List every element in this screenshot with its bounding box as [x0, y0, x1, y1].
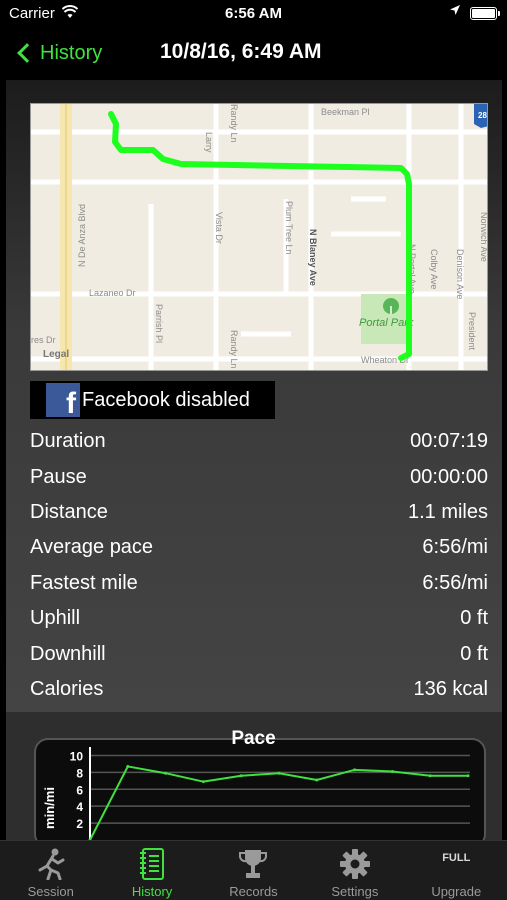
pace-data-point [315, 778, 319, 782]
chart-y-axis-label: min/mi [42, 787, 57, 829]
pace-data-point [239, 774, 243, 778]
stat-row-uphill: Uphill 0 ft [30, 601, 488, 636]
map-label-beekman: Beekman Pl [321, 107, 370, 117]
map-label-lazaneo: Lazaneo Dr [89, 288, 136, 298]
battery-icon [470, 7, 500, 20]
stat-row-calories: Calories 136 kcal [30, 672, 488, 707]
pace-data-point [466, 774, 470, 778]
route-map[interactable]: Beekman Pl N De Anza Blvd Larry Randy Ln… [30, 103, 488, 371]
page-title: 10/8/16, 6:49 AM [160, 40, 322, 63]
gear-icon [304, 847, 405, 881]
facebook-share-button[interactable]: Facebook disabled [30, 381, 275, 421]
map-label-plum-tree: Plum Tree Ln [284, 201, 294, 255]
stat-label: Fastest mile [30, 571, 138, 594]
chart-y-tick-label: 10 [70, 749, 84, 763]
stat-label: Pause [30, 465, 87, 488]
stat-row-downhill: Downhill 0 ft [30, 636, 488, 671]
stat-value: 00:07:19 [410, 430, 488, 453]
map-label-president: President [467, 312, 477, 351]
stat-label: Calories [30, 677, 104, 700]
tab-records[interactable]: Records [203, 841, 304, 900]
stat-row-duration: Duration 00:07:19 [30, 424, 488, 459]
map-label-de-anza: N De Anza Blvd [77, 204, 87, 267]
trophy-icon [203, 847, 304, 881]
notebook-icon [101, 847, 202, 881]
map-label-randy-bottom: Randy Ln [229, 330, 239, 369]
map-label-portal-park: Portal Park [359, 317, 414, 329]
stat-label: Duration [30, 430, 106, 453]
stat-row-average-pace: Average pace 6:56/mi [30, 530, 488, 565]
map-label-denison: Denison Ave [455, 249, 465, 299]
tab-label: Upgrade [431, 884, 482, 899]
chart-title: Pace [231, 728, 276, 749]
stat-label: Distance [30, 500, 108, 523]
back-button[interactable]: History [14, 38, 102, 68]
full-text-icon: FULL [406, 847, 507, 881]
map-label-res-dr: res Dr [31, 335, 56, 345]
map-label-larry: Larry [204, 132, 214, 153]
status-bar: Carrier 6:56 AM [0, 0, 507, 28]
pace-data-point [164, 771, 168, 775]
pace-data-point [353, 768, 357, 772]
tab-settings[interactable]: Settings [304, 841, 405, 900]
chart-y-tick-label: 6 [76, 783, 83, 797]
map-label-colby: Colby Ave [429, 249, 439, 289]
stat-label: Downhill [30, 642, 106, 665]
map-legal-link: Legal [43, 349, 69, 360]
chart-y-tick-label: 8 [76, 766, 83, 780]
clock: 6:56 AM [225, 5, 282, 22]
full-icon-text: FULL [442, 852, 471, 864]
stat-value: 6:56/mi [422, 571, 488, 594]
location-arrow-icon [449, 4, 461, 19]
stat-value: 136 kcal [413, 677, 489, 700]
stat-row-pause: Pause 00:00:00 [30, 459, 488, 494]
pace-data-point [390, 770, 394, 774]
stat-value: 1.1 miles [407, 500, 488, 523]
stat-row-fastest-mile: Fastest mile 6:56/mi [30, 566, 488, 601]
map-label-blaney: N Blaney Ave [308, 229, 318, 286]
tab-label: Session [27, 884, 74, 899]
stat-row-distance: Distance 1.1 miles [30, 495, 488, 530]
tab-label: Records [229, 884, 278, 899]
tab-session[interactable]: Session [0, 841, 101, 900]
runner-icon [0, 847, 101, 881]
stat-value: 6:56/mi [422, 536, 488, 559]
tab-label: History [131, 884, 173, 899]
tab-bar: Session History Records Settings FULL Up… [0, 840, 507, 900]
facebook-icon [46, 383, 80, 421]
pace-series-line [89, 765, 468, 840]
navigation-bar: History 10/8/16, 6:49 AM [0, 28, 507, 80]
pace-data-point [428, 774, 432, 778]
stat-label: Average pace [30, 536, 154, 559]
workout-stats: Duration 00:07:19 Pause 00:00:00 Distanc… [30, 424, 488, 707]
map-label-norwich: Norwich Ave [479, 212, 488, 262]
map-label-vista: Vista Dr [214, 212, 224, 244]
interstate-shield-label: 280 [478, 111, 488, 120]
tab-history[interactable]: History [101, 841, 202, 900]
map-label-parrish: Parrish Pl [154, 304, 164, 343]
stat-value: 0 ft [460, 607, 488, 630]
tab-upgrade[interactable]: FULL Upgrade [406, 841, 507, 900]
tab-label: Settings [331, 884, 379, 899]
pace-data-point [126, 764, 130, 768]
chevron-left-icon [17, 43, 37, 63]
stat-value: 00:00:00 [410, 465, 488, 488]
facebook-status-label: Facebook disabled [82, 388, 250, 411]
map-label-randy-top: Randy Ln [229, 104, 239, 143]
chart-y-tick-label: 4 [76, 800, 83, 814]
chart-y-tick-label: 2 [76, 817, 83, 831]
pace-data-point [201, 780, 205, 784]
stat-label: Uphill [30, 607, 81, 630]
back-button-label: History [40, 41, 103, 64]
stat-value: 0 ft [460, 642, 488, 665]
pace-data-point [277, 771, 281, 775]
